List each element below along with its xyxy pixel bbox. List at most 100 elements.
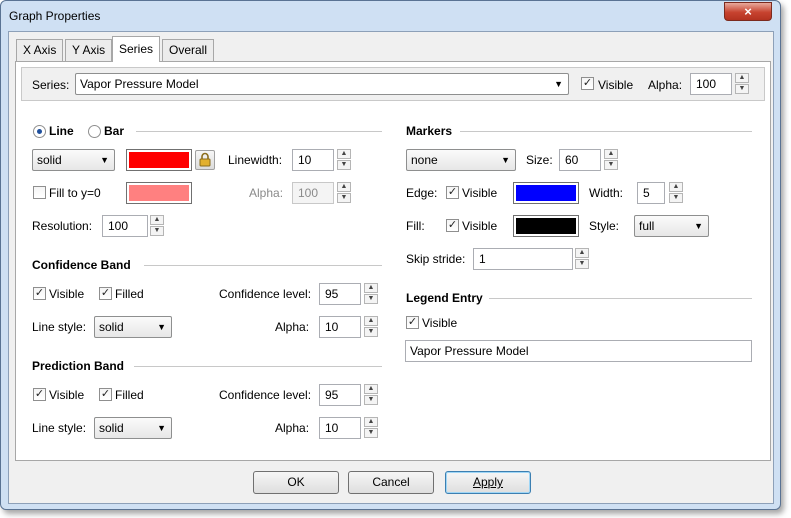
- spin-up-icon[interactable]: ▲: [364, 316, 378, 326]
- fill-to-zero-label: Fill to y=0: [49, 186, 101, 200]
- edge-width-spinner[interactable]: ▲ ▼: [669, 182, 683, 204]
- confidence-visible-label: Visible: [49, 287, 85, 301]
- spin-down-icon[interactable]: ▼: [337, 160, 351, 170]
- confidence-visible-checkbox[interactable]: ✓: [33, 287, 46, 300]
- line-color-button[interactable]: [126, 149, 192, 171]
- cancel-button[interactable]: Cancel: [348, 471, 434, 494]
- spin-up-icon[interactable]: ▲: [575, 248, 589, 258]
- prediction-filled-label: Filled: [115, 388, 144, 402]
- spin-down-icon[interactable]: ▼: [364, 395, 378, 405]
- skip-stride-field[interactable]: 1: [473, 248, 573, 270]
- series-tab-panel: Series: Vapor Pressure Model ▼ ✓ Visible…: [15, 61, 771, 461]
- fill-alpha-spinner[interactable]: ▲ ▼: [337, 182, 351, 204]
- edge-color-swatch: [516, 185, 576, 201]
- line-radio[interactable]: [33, 125, 46, 138]
- spin-up-icon[interactable]: ▲: [669, 182, 683, 192]
- markers-title: Markers: [406, 124, 453, 138]
- spin-up-icon[interactable]: ▲: [364, 417, 378, 427]
- spin-down-icon[interactable]: ▼: [337, 193, 351, 203]
- legend-entry-divider: [489, 298, 752, 299]
- chevron-down-icon: ▼: [100, 155, 109, 165]
- window-title: Graph Properties: [9, 9, 101, 23]
- fill-visible-checkbox[interactable]: ✓: [446, 219, 459, 232]
- confidence-alpha-field[interactable]: 10: [319, 316, 361, 338]
- linewidth-spinner[interactable]: ▲ ▼: [337, 149, 351, 171]
- prediction-visible-label: Visible: [49, 388, 85, 402]
- line-style-select[interactable]: solid ▼: [32, 149, 115, 171]
- ok-button[interactable]: OK: [253, 471, 339, 494]
- fill-alpha-label: Alpha:: [249, 186, 284, 200]
- markers-divider: [460, 131, 752, 132]
- spin-down-icon[interactable]: ▼: [735, 84, 749, 94]
- prediction-level-spinner[interactable]: ▲ ▼: [364, 384, 378, 406]
- resolution-spinner[interactable]: ▲ ▼: [150, 215, 164, 237]
- spin-up-icon[interactable]: ▲: [735, 73, 749, 83]
- legend-entry-title: Legend Entry: [406, 291, 483, 305]
- edge-width-label: Width:: [589, 186, 624, 200]
- prediction-band-title: Prediction Band: [32, 359, 125, 373]
- series-alpha-spinner[interactable]: ▲ ▼: [735, 73, 749, 95]
- prediction-visible-checkbox[interactable]: ✓: [33, 388, 46, 401]
- confidence-alpha-spinner[interactable]: ▲ ▼: [364, 316, 378, 338]
- spin-down-icon[interactable]: ▼: [575, 259, 589, 269]
- legend-text-field[interactable]: Vapor Pressure Model: [405, 340, 752, 362]
- resolution-field[interactable]: 100: [102, 215, 148, 237]
- spin-up-icon[interactable]: ▲: [337, 182, 351, 192]
- prediction-linestyle-select[interactable]: solid ▼: [94, 417, 172, 439]
- linewidth-field[interactable]: 10: [292, 149, 334, 171]
- prediction-linestyle-value: solid: [99, 421, 124, 435]
- fill-visible-label: Visible: [462, 219, 498, 233]
- fill-alpha-field[interactable]: 100: [292, 182, 334, 204]
- marker-shape-select[interactable]: none ▼: [406, 149, 516, 171]
- skip-stride-spinner[interactable]: ▲ ▼: [575, 248, 589, 270]
- confidence-linestyle-select[interactable]: solid ▼: [94, 316, 172, 338]
- edge-visible-label: Visible: [462, 186, 498, 200]
- prediction-level-field[interactable]: 95: [319, 384, 361, 406]
- marker-size-field[interactable]: 60: [559, 149, 601, 171]
- series-alpha-field[interactable]: 100: [690, 73, 732, 95]
- spin-up-icon[interactable]: ▲: [150, 215, 164, 225]
- tab-y-axis[interactable]: Y Axis: [65, 39, 113, 61]
- lock-icon[interactable]: [195, 150, 215, 170]
- bar-radio[interactable]: [88, 125, 101, 138]
- spin-down-icon[interactable]: ▼: [150, 226, 164, 236]
- spin-up-icon[interactable]: ▲: [364, 384, 378, 394]
- spin-up-icon[interactable]: ▲: [604, 149, 618, 159]
- marker-size-label: Size:: [526, 153, 553, 167]
- confidence-filled-checkbox[interactable]: ✓: [99, 287, 112, 300]
- fill-color-button[interactable]: [126, 182, 192, 204]
- edge-width-field[interactable]: 5: [637, 182, 665, 204]
- series-select[interactable]: Vapor Pressure Model ▼: [75, 73, 569, 95]
- series-alpha-label: Alpha:: [648, 78, 683, 92]
- marker-size-spinner[interactable]: ▲ ▼: [604, 149, 618, 171]
- prediction-alpha-field[interactable]: 10: [319, 417, 361, 439]
- edge-visible-checkbox[interactable]: ✓: [446, 186, 459, 199]
- spin-down-icon[interactable]: ▼: [364, 294, 378, 304]
- fill-color-swatch: [129, 185, 189, 201]
- close-button[interactable]: ×: [724, 2, 772, 21]
- tab-x-axis[interactable]: X Axis: [16, 39, 64, 61]
- prediction-filled-checkbox[interactable]: ✓: [99, 388, 112, 401]
- spin-down-icon[interactable]: ▼: [364, 327, 378, 337]
- legend-visible-label: Visible: [422, 316, 458, 330]
- marker-style-value: full: [639, 219, 655, 233]
- spin-up-icon[interactable]: ▲: [337, 149, 351, 159]
- chevron-down-icon: ▼: [157, 423, 166, 433]
- spin-down-icon[interactable]: ▼: [669, 193, 683, 203]
- spin-up-icon[interactable]: ▲: [364, 283, 378, 293]
- tab-series[interactable]: Series: [112, 36, 161, 62]
- marker-style-select[interactable]: full ▼: [634, 215, 709, 237]
- prediction-alpha-spinner[interactable]: ▲ ▼: [364, 417, 378, 439]
- legend-visible-checkbox[interactable]: ✓: [406, 316, 419, 329]
- series-visible-checkbox[interactable]: ✓: [581, 77, 594, 90]
- marker-fill-color-swatch: [516, 218, 576, 234]
- spin-down-icon[interactable]: ▼: [364, 428, 378, 438]
- tab-overall[interactable]: Overall: [162, 39, 215, 61]
- fill-to-zero-checkbox[interactable]: [33, 186, 46, 199]
- edge-color-button[interactable]: [513, 182, 579, 204]
- spin-down-icon[interactable]: ▼: [604, 160, 618, 170]
- marker-fill-color-button[interactable]: [513, 215, 579, 237]
- apply-button[interactable]: Apply: [445, 471, 531, 494]
- confidence-level-field[interactable]: 95: [319, 283, 361, 305]
- confidence-level-spinner[interactable]: ▲ ▼: [364, 283, 378, 305]
